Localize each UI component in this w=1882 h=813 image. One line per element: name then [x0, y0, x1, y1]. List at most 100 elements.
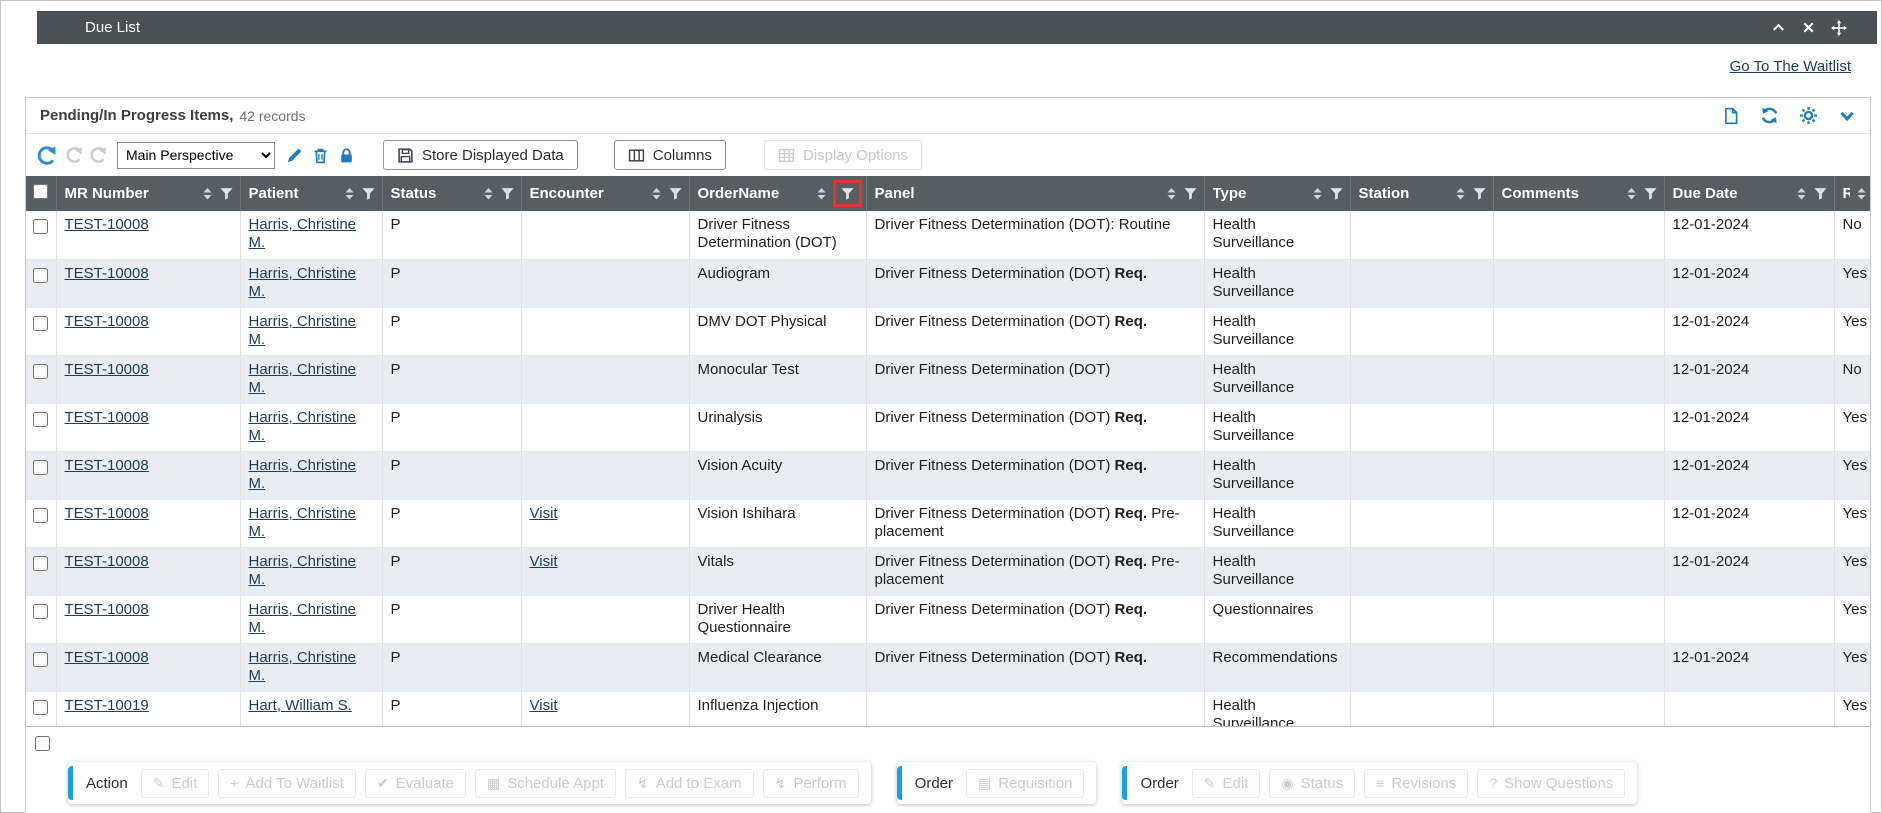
filter-icon[interactable]	[1183, 186, 1198, 201]
row-checkbox[interactable]	[33, 316, 48, 331]
encounter-link[interactable]: Visit	[530, 553, 558, 570]
mr-link[interactable]: TEST-10008	[65, 649, 149, 666]
mr-link[interactable]: TEST-10019	[65, 697, 149, 714]
sort-icon[interactable]	[343, 187, 356, 200]
patient-link[interactable]: Harris, Christine M.	[249, 505, 357, 540]
encounter-link[interactable]: Visit	[530, 505, 558, 522]
cell-check	[26, 259, 56, 307]
patient-link[interactable]: Harris, Christine M.	[249, 265, 357, 300]
edit-icon: ✎	[153, 775, 165, 792]
row-checkbox[interactable]	[33, 268, 48, 283]
cell-status: P	[382, 547, 521, 595]
row-checkbox[interactable]	[33, 219, 48, 234]
filter-icon[interactable]	[840, 186, 855, 201]
cell-comments	[1493, 211, 1664, 259]
column-header-due[interactable]: Due Date	[1664, 176, 1834, 211]
window-titlebar[interactable]: Due List	[37, 11, 1877, 44]
select-all-checkbox[interactable]	[33, 184, 48, 199]
cell-status: P	[382, 259, 521, 307]
cell-encounter	[521, 307, 689, 355]
sort-icon[interactable]	[815, 187, 828, 200]
row-checkbox[interactable]	[33, 412, 48, 427]
mr-link[interactable]: TEST-10008	[65, 553, 149, 570]
mr-link[interactable]: TEST-10008	[65, 457, 149, 474]
cell-encounter	[521, 211, 689, 259]
store-displayed-data-button[interactable]: Store Displayed Data	[383, 140, 578, 170]
filter-icon[interactable]	[668, 186, 683, 201]
filter-icon[interactable]	[1472, 186, 1487, 201]
sort-icon[interactable]	[1625, 187, 1638, 200]
mr-link[interactable]: TEST-10008	[65, 505, 149, 522]
column-header-status[interactable]: Status	[382, 176, 521, 211]
revisions-icon: ≡	[1376, 775, 1384, 791]
sort-icon[interactable]	[1855, 187, 1868, 200]
sort-icon[interactable]	[482, 187, 495, 200]
filter-icon[interactable]	[219, 186, 234, 201]
sort-icon[interactable]	[1311, 187, 1324, 200]
action-group-order-3: Order✎Edit◉Status≡Revisions?Show Questio…	[1122, 762, 1637, 804]
perspective-select[interactable]: Main Perspective	[117, 142, 275, 169]
filter-icon[interactable]	[1813, 186, 1828, 201]
patient-link[interactable]: Harris, Christine M.	[249, 649, 357, 684]
column-header-comments[interactable]: Comments	[1493, 176, 1664, 211]
lock-icon[interactable]	[338, 147, 355, 164]
row-checkbox[interactable]	[33, 364, 48, 379]
patient-link[interactable]: Harris, Christine M.	[249, 216, 357, 251]
columns-button[interactable]: Columns	[614, 140, 726, 170]
column-header-patient[interactable]: Patient	[240, 176, 382, 211]
patient-link[interactable]: Harris, Christine M.	[249, 409, 357, 444]
filter-icon[interactable]	[500, 186, 515, 201]
sort-icon[interactable]	[1454, 187, 1467, 200]
undo-icon[interactable]	[36, 145, 57, 166]
cell-status: P	[382, 307, 521, 355]
cell-status: P	[382, 211, 521, 259]
filter-icon[interactable]	[361, 186, 376, 201]
mr-link[interactable]: TEST-10008	[65, 361, 149, 378]
patient-link[interactable]: Harris, Christine M.	[249, 361, 357, 396]
patient-link[interactable]: Harris, Christine M.	[249, 313, 357, 348]
edit-pencil-icon[interactable]	[286, 147, 303, 164]
close-icon[interactable]	[1801, 20, 1816, 35]
column-header-req[interactable]: Req	[1834, 176, 1870, 211]
mr-link[interactable]: TEST-10008	[65, 265, 149, 282]
table-row: TEST-10008Harris, Christine M.PVision Ac…	[26, 451, 1870, 499]
column-header-panel[interactable]: Panel	[866, 176, 1204, 211]
patient-link[interactable]: Harris, Christine M.	[249, 457, 357, 492]
row-checkbox[interactable]	[33, 556, 48, 571]
refresh-icon[interactable]	[1760, 106, 1779, 125]
collapse-panel-chevron-icon[interactable]	[1838, 107, 1856, 125]
filter-icon[interactable]	[1329, 186, 1344, 201]
move-icon[interactable]	[1831, 20, 1847, 36]
row-checkbox[interactable]	[33, 460, 48, 475]
collapse-window-icon[interactable]	[1771, 20, 1786, 35]
row-checkbox[interactable]	[33, 604, 48, 619]
sort-icon[interactable]	[201, 187, 214, 200]
filter-icon[interactable]	[1643, 186, 1658, 201]
row-checkbox[interactable]	[33, 652, 48, 667]
sort-icon[interactable]	[650, 187, 663, 200]
column-header-type[interactable]: Type	[1204, 176, 1350, 211]
mr-link[interactable]: TEST-10008	[65, 216, 149, 233]
patient-link[interactable]: Hart, William S.	[249, 697, 352, 714]
go-to-waitlist-link[interactable]: Go To The Waitlist	[1730, 58, 1851, 75]
mr-link[interactable]: TEST-10008	[65, 409, 149, 426]
settings-gear-icon[interactable]	[1799, 106, 1818, 125]
bottom-select-checkbox[interactable]	[35, 736, 50, 751]
sort-icon[interactable]	[1795, 187, 1808, 200]
row-checkbox[interactable]	[33, 700, 48, 715]
row-checkbox[interactable]	[33, 508, 48, 523]
delete-trash-icon[interactable]	[312, 147, 329, 164]
column-header-order[interactable]: OrderName	[689, 176, 866, 211]
new-document-icon[interactable]	[1722, 107, 1740, 125]
patient-link[interactable]: Harris, Christine M.	[249, 553, 357, 588]
cell-patient: Harris, Christine M.	[240, 499, 382, 547]
encounter-link[interactable]: Visit	[530, 697, 558, 714]
mr-link[interactable]: TEST-10008	[65, 313, 149, 330]
patient-link[interactable]: Harris, Christine M.	[249, 601, 357, 636]
column-header-station[interactable]: Station	[1350, 176, 1493, 211]
mr-link[interactable]: TEST-10008	[65, 601, 149, 618]
sort-icon[interactable]	[1165, 187, 1178, 200]
column-header-encounter[interactable]: Encounter	[521, 176, 689, 211]
column-header-mr[interactable]: MR Number	[56, 176, 240, 211]
requisition-button: ▤Requisition	[966, 769, 1084, 798]
